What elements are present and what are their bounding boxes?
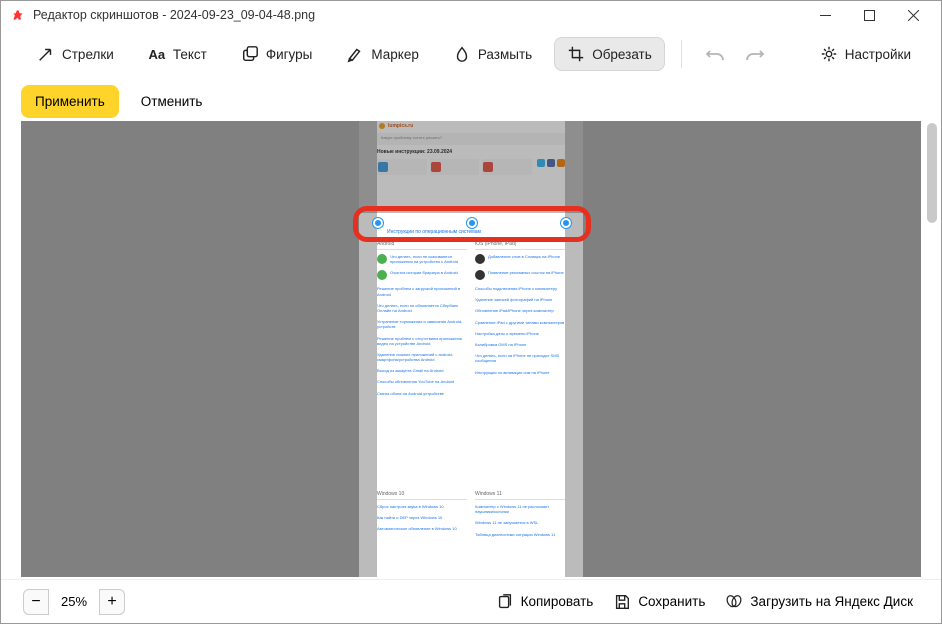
crop-icon [567,45,585,63]
window-title: Редактор скриншотов - 2024-09-23_09-04-4… [33,8,315,22]
list-item: Компьютер с Windows 11 не распознает нау… [475,504,565,514]
list-item: Калибровка GMS на iPhone [475,342,526,347]
maximize-button[interactable] [847,1,891,29]
text-tool[interactable]: Aa Текст [136,38,219,70]
list-item: Решение проблем с отсутствием приложения… [377,336,467,346]
arrows-label: Стрелки [62,47,114,62]
list-item: Смена обоев на Android-устройстве [377,391,444,396]
list-item: Инструкция по активации сим на iPhone [475,370,550,375]
shapes-icon [241,45,259,63]
col-win11: Windows 11 Компьютер с Windows 11 не рас… [475,491,565,543]
undo-button[interactable] [704,43,726,65]
zoom-out-button[interactable]: − [23,589,49,615]
list-item: Удаление лишних приложений с android-сма… [377,352,467,362]
list-item: Автоматическое обновление в Windows 10 [377,526,457,531]
list-item: Появление рекламных ссылок на iPhone [488,270,564,275]
col-android: Android Что делать, если не скачиваются … [377,241,467,402]
toolbar: Стрелки Aa Текст Фигуры Маркер Размыть О… [1,29,941,79]
col-header: Android [377,241,467,250]
list-item: Устранение торможения и зависания Androi… [377,319,467,329]
list-item: Что делать, если на iPhone не приходят S… [475,353,565,363]
list-item: Способы подключения iPhone к компьютеру [475,286,557,291]
upload-disk-button[interactable]: Загрузить на Яндекс Диск [715,587,923,617]
text-icon: Aa [148,45,166,63]
blur-icon [453,45,471,63]
list-item: Что делать, если не обновляется Сбербанк… [377,303,467,313]
list-item: Таблица диагностики ситуации Windows 11 [475,532,555,537]
list-item: Удаление записей фотографий на iPhone [475,297,552,302]
col-header: Windows 11 [475,491,565,500]
zoom-in-button[interactable]: + [99,589,125,615]
arrow-icon [37,45,55,63]
zoom-controls: − 25% + [23,589,125,615]
gear-icon [820,45,838,63]
apply-button[interactable]: Применить [21,85,119,118]
toolbar-separator [681,40,682,68]
list-item: Сброс настроек звука в Windows 10 [377,504,444,509]
crop-edge-handles[interactable] [373,217,571,229]
save-label: Сохранить [638,594,705,609]
crop-handle[interactable] [561,218,571,228]
settings-label: Настройки [845,47,911,62]
vertical-scrollbar[interactable] [927,123,937,223]
blur-tool[interactable]: Размыть [441,38,544,70]
disk-icon [725,593,743,611]
upload-label: Загрузить на Яндекс Диск [750,594,913,609]
save-button[interactable]: Сохранить [603,587,715,617]
crop-dim-top [359,121,583,213]
app-logo-icon [11,8,25,22]
text-label: Текст [173,47,207,62]
cancel-button[interactable]: Отменить [127,85,217,118]
crop-handle[interactable] [373,218,383,228]
list-item: Настройка даты и времени iPhone [475,331,539,336]
titlebar: Редактор скриншотов - 2024-09-23_09-04-4… [1,1,941,29]
screenshot-content: lumpics.ru Какую проблему хотите решить?… [359,121,583,577]
close-button[interactable] [891,1,935,29]
copy-button[interactable]: Копировать [486,587,604,617]
marker-icon [346,45,364,63]
col-header: Windows 10 [377,491,467,500]
minimize-button[interactable] [803,1,847,29]
arrows-tool[interactable]: Стрелки [25,38,126,70]
save-icon [613,593,631,611]
list-item: Выход из аккаунта Gmail на Android [377,368,443,373]
list-item: Windows 11 не запускается в WSL [475,520,538,525]
zoom-value: 25% [61,594,87,609]
shapes-tool[interactable]: Фигуры [229,38,325,70]
copy-label: Копировать [521,594,594,609]
bottombar: − 25% + Копировать Сохранить Загрузить н… [1,579,941,623]
crop-handle[interactable] [467,218,477,228]
blur-label: Размыть [478,47,532,62]
crop-tool[interactable]: Обрезать [554,37,665,71]
list-item: Решение проблем с загрузкой приложений в… [377,286,467,296]
copy-icon [496,593,514,611]
marker-label: Маркер [371,47,419,62]
editor-canvas[interactable]: lumpics.ru Какую проблему хотите решить?… [21,121,921,577]
list-item: Обновление iPad/iPhone через компьютер [475,308,554,313]
list-item: Добавление слов в Словарь на iPhone [488,254,560,259]
col-header: iOS (iPhone, iPad) [475,241,565,250]
marker-tool[interactable]: Маркер [334,38,431,70]
redo-button[interactable] [744,43,766,65]
list-item: Способы обновления YouTube на Android [377,379,454,384]
list-item: Как найти и DEP через Windows 10 [377,515,442,520]
settings-button[interactable]: Настройки [808,38,923,70]
col-win10: Windows 10 Сброс настроек звука в Window… [377,491,467,543]
list-item: Очистка истории браузера в Android [390,270,458,275]
crop-label: Обрезать [592,47,652,62]
shapes-label: Фигуры [266,47,313,62]
col-ios: iOS (iPhone, iPad) Добавление слов в Сло… [475,241,565,402]
list-item: Сравнение iPad с другими типами компьюте… [475,320,564,325]
list-item: Что делать, если не скачиваются приложен… [390,254,467,264]
